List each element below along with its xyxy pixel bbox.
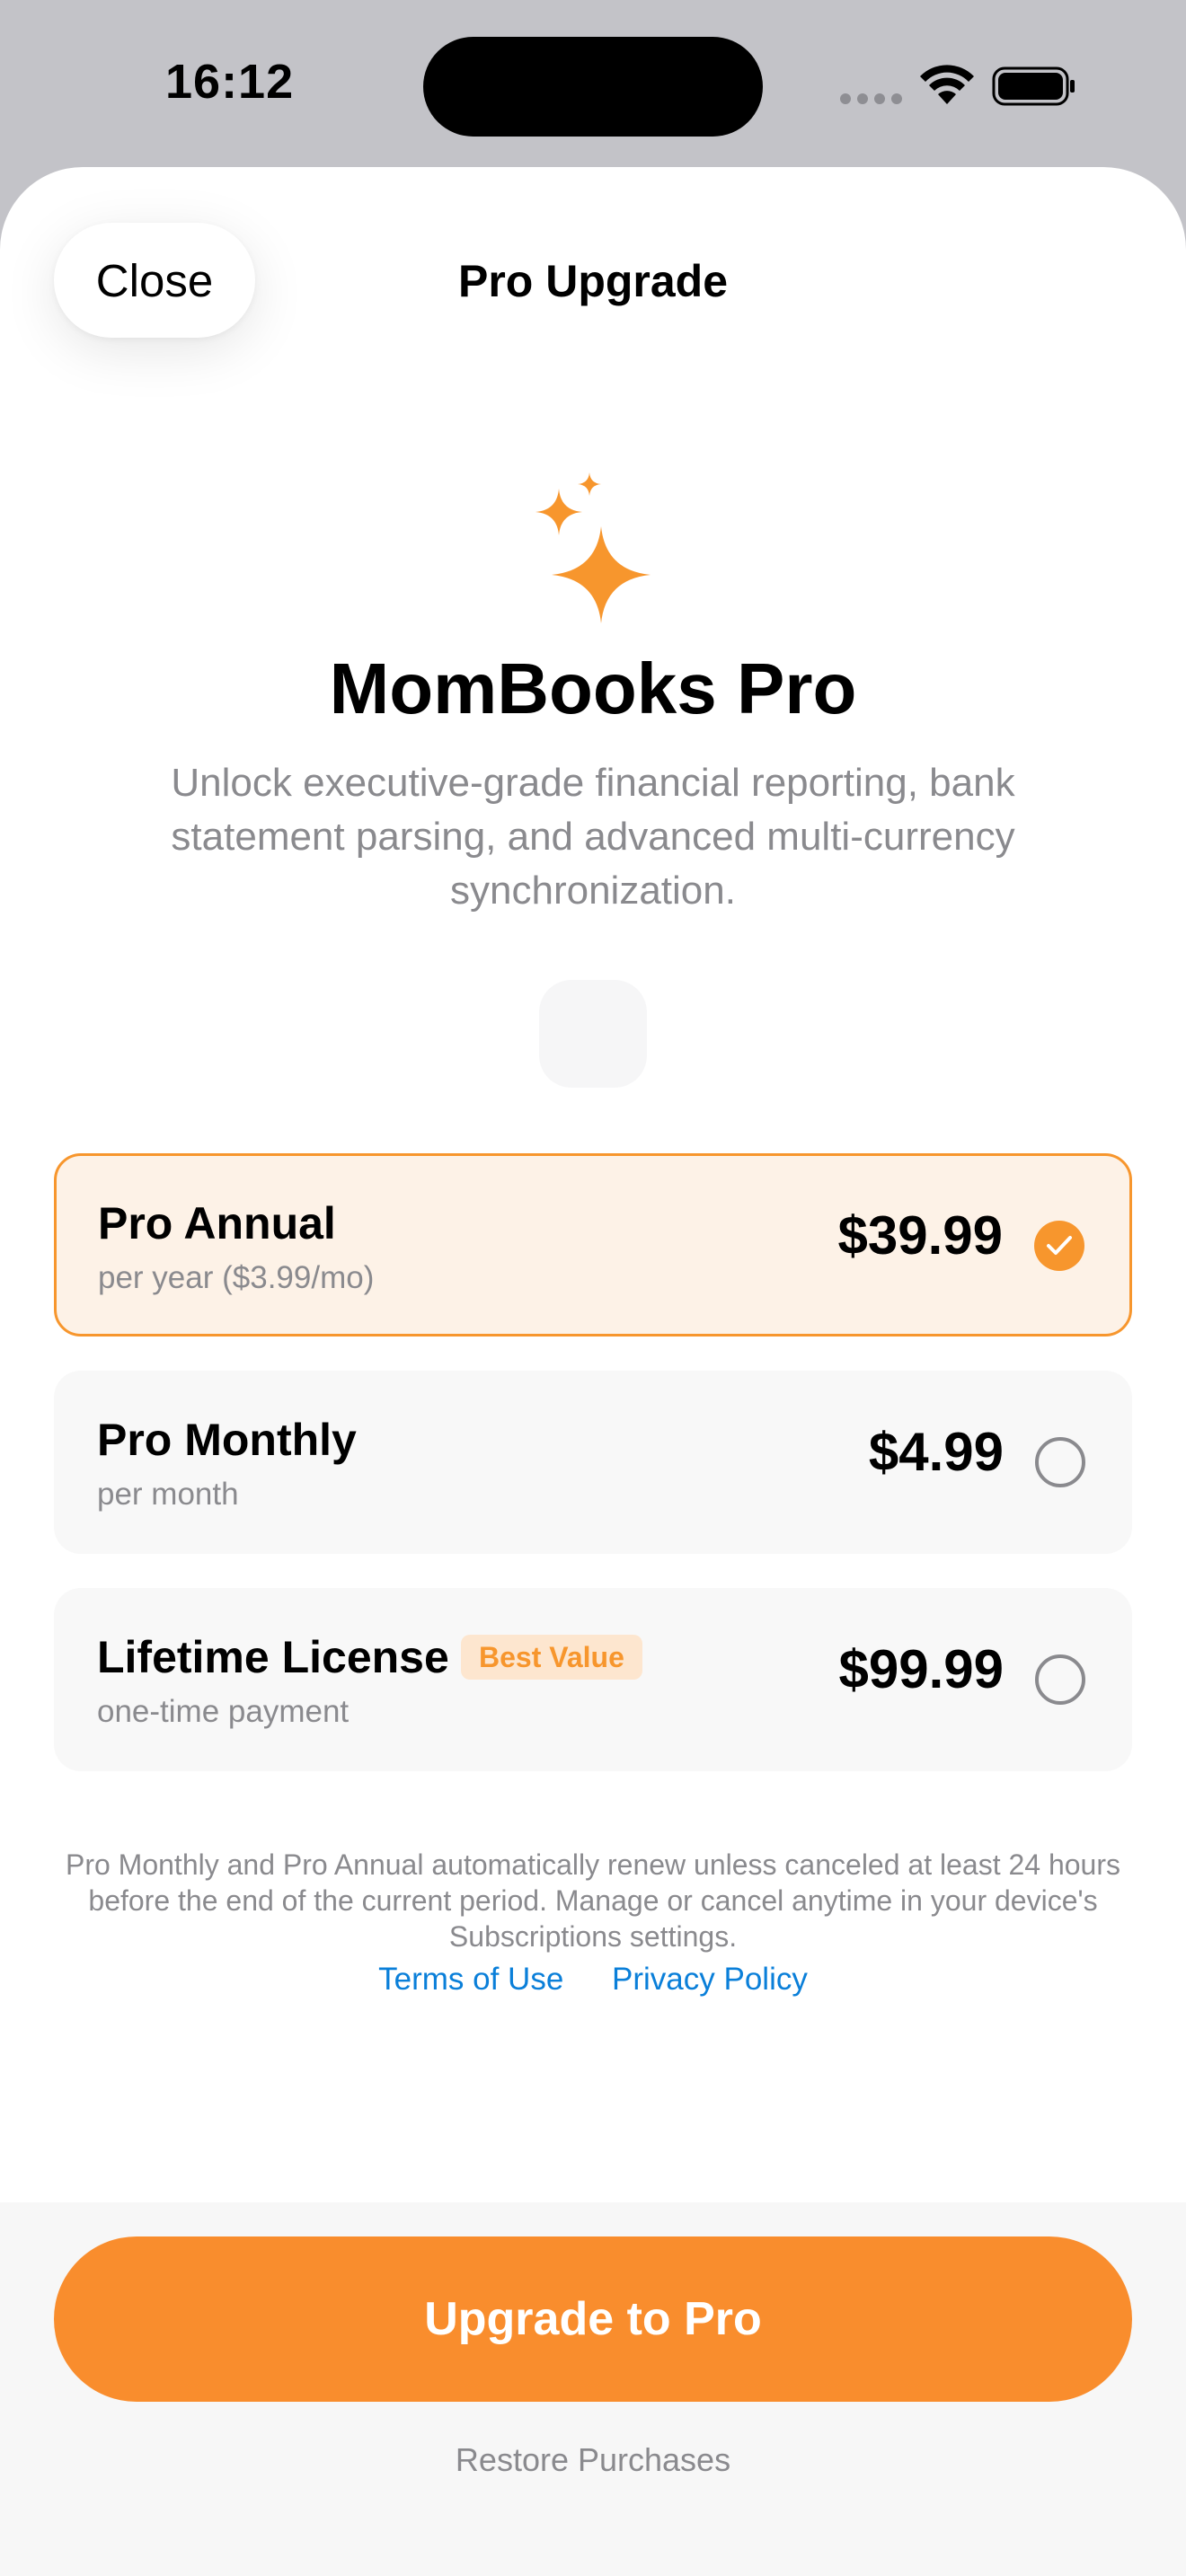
upgrade-sheet: Close Pro Upgrade MomBooks Pro Unlock ex…	[0, 167, 1186, 2576]
loading-placeholder	[539, 980, 647, 1088]
legal-links: Terms of Use Privacy Policy	[0, 1962, 1186, 1998]
cellular-signal-icon	[840, 93, 902, 104]
plan-name: Pro Annual	[98, 1198, 336, 1248]
status-time: 16:12	[165, 55, 295, 109]
plan-subtitle: one-time payment	[97, 1694, 350, 1729]
plan-subtitle: per month	[97, 1477, 239, 1512]
terms-of-use-link[interactable]: Terms of Use	[378, 1962, 563, 1998]
radio-circle-icon	[1035, 1654, 1085, 1705]
plan-price: $4.99	[868, 1422, 1004, 1482]
footer: Upgrade to Pro Restore Purchases	[0, 2202, 1186, 2576]
privacy-policy-link[interactable]: Privacy Policy	[612, 1962, 808, 1998]
wifi-icon	[920, 65, 974, 104]
checkmark-circle-icon	[1034, 1221, 1084, 1271]
nav-title: Pro Upgrade	[457, 256, 729, 306]
app-title: MomBooks Pro	[329, 648, 857, 728]
plan-option-annual[interactable]: Pro Annual per year ($3.99/mo) $39.99	[54, 1153, 1132, 1337]
legal-text: Pro Monthly and Pro Annual automatically…	[65, 1848, 1120, 1953]
radio-circle-icon	[1035, 1437, 1085, 1487]
plan-price: $39.99	[837, 1205, 1003, 1266]
plan-price: $99.99	[838, 1639, 1004, 1699]
best-value-badge: Best Value	[461, 1635, 642, 1680]
sparkles-icon	[535, 472, 651, 623]
plan-option-lifetime[interactable]: Lifetime License Best Value one-time pay…	[54, 1588, 1132, 1771]
dynamic-island	[423, 37, 763, 137]
restore-purchases-button[interactable]: Restore Purchases	[0, 2441, 1186, 2479]
plan-name: Pro Monthly	[97, 1415, 357, 1465]
status-bar: 16:12	[0, 0, 1186, 167]
subtitle: Unlock executive-grade financial reporti…	[171, 761, 1015, 913]
battery-icon	[992, 66, 1075, 106]
upgrade-button[interactable]: Upgrade to Pro	[54, 2236, 1132, 2402]
plan-subtitle: per year ($3.99/mo)	[98, 1260, 375, 1295]
plan-name: Lifetime License	[97, 1632, 449, 1682]
plan-option-monthly[interactable]: Pro Monthly per month $4.99	[54, 1371, 1132, 1554]
